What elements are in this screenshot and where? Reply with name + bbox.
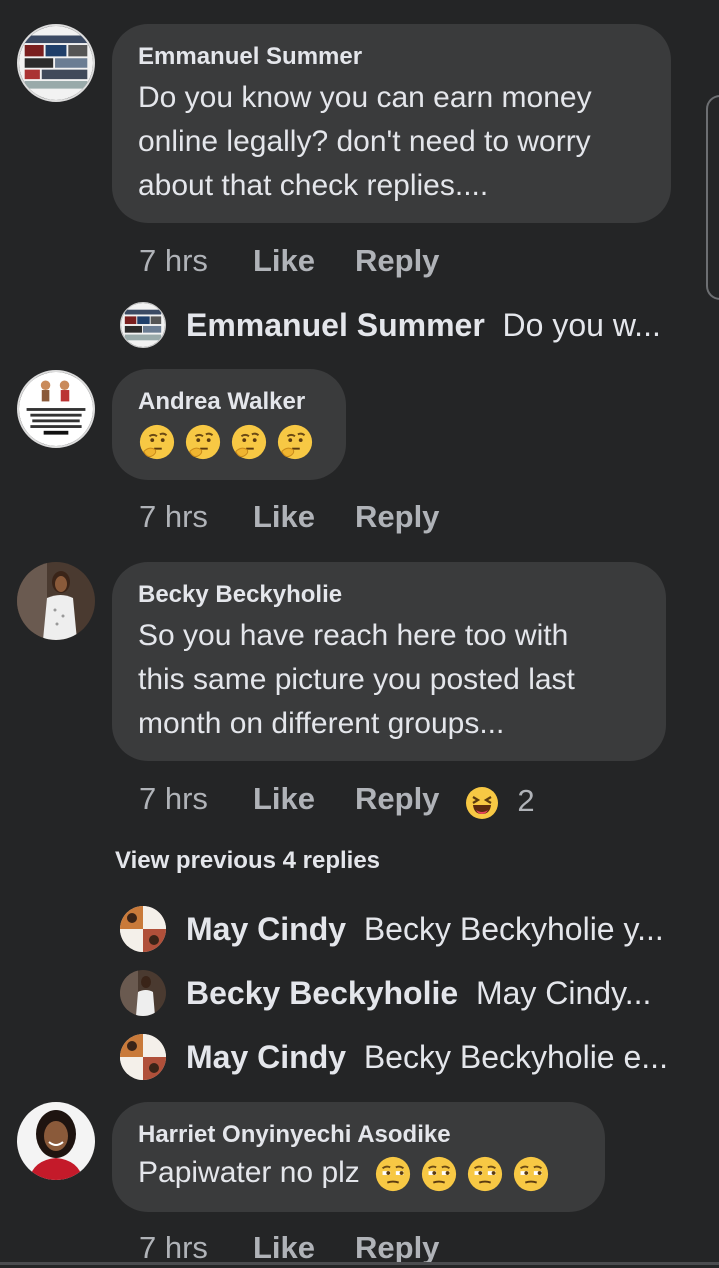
avatar-becky-beckyholie-small <box>120 970 166 1016</box>
comment-text-line: online legally? don't need to worry <box>138 125 591 158</box>
reaction-summary[interactable]: 2 <box>465 781 535 821</box>
reply-button[interactable]: Reply <box>355 241 439 281</box>
avatar-may-cindy <box>120 906 166 952</box>
comment-text-line: month on different groups... <box>138 707 505 740</box>
reply-button[interactable]: Reply <box>355 779 439 819</box>
comment-text-line: about that check replies.... <box>138 169 489 202</box>
comment-timestamp[interactable]: 7 hrs <box>139 779 253 819</box>
avatar-may-cindy <box>120 1034 166 1080</box>
comment-text-line: Papiwater no plz <box>138 1152 579 1194</box>
avatar-becky-beckyholie[interactable] <box>17 562 95 640</box>
comment-author[interactable]: Harriet Onyinyechi Asodike <box>138 1120 579 1150</box>
unamused-face-icon <box>422 1156 457 1192</box>
thinking-face-icon <box>139 424 175 460</box>
comment-bubble: Harriet Onyinyechi Asodike Papiwater no … <box>112 1102 605 1212</box>
thinking-face-icon <box>277 424 313 460</box>
comment-timestamp[interactable]: 7 hrs <box>139 241 253 281</box>
comment-text-line: this same picture you posted last <box>138 663 575 696</box>
haha-reaction-icon <box>466 786 499 819</box>
avatar-image <box>19 26 93 100</box>
thinking-face-icon <box>231 424 267 460</box>
comment-author[interactable]: Emmanuel Summer <box>138 42 645 72</box>
reply-text: Becky Beckyholie y... <box>363 911 664 947</box>
avatar-emmanuel-summer[interactable] <box>17 24 95 102</box>
comment-actions: 7 hrs Like Reply 2 <box>139 779 535 819</box>
avatar-image <box>19 372 93 446</box>
unamused-face-icon <box>514 1156 549 1192</box>
reply-author[interactable]: Becky Beckyholie <box>186 975 458 1011</box>
reply-text: Becky Beckyholie e... <box>363 1039 668 1075</box>
reply-text: Do you w... <box>502 307 661 343</box>
comment-emojis <box>138 421 320 461</box>
comment-bubble: Emmanuel Summer Do you know you can earn… <box>112 24 671 223</box>
comment-actions: 7 hrs Like Reply <box>139 241 439 281</box>
unamused-face-icon <box>468 1156 503 1192</box>
like-button[interactable]: Like <box>253 497 355 537</box>
comment-text-line: Do you know you can earn money <box>138 81 592 114</box>
reply-author[interactable]: May Cindy <box>186 911 346 947</box>
avatar-andrea-walker[interactable] <box>17 370 95 448</box>
side-panel-handle[interactable] <box>706 95 719 300</box>
avatar-harriet-asodike[interactable] <box>17 1102 95 1180</box>
reply-author[interactable]: Emmanuel Summer Do you w... <box>186 300 661 350</box>
reaction-count: 2 <box>517 782 535 818</box>
like-button[interactable]: Like <box>253 779 355 819</box>
comment-bubble: Andrea Walker <box>112 369 346 480</box>
unamused-face-icon <box>376 1156 411 1192</box>
comment-actions: 7 hrs Like Reply <box>139 497 439 537</box>
reply-author[interactable]: May Cindy <box>186 1039 346 1075</box>
comment-text-line: So you have reach here too with <box>138 619 569 652</box>
view-previous-replies-link[interactable]: View previous 4 replies <box>115 846 380 876</box>
comment-author[interactable]: Andrea Walker <box>138 387 320 417</box>
comment-author[interactable]: Becky Beckyholie <box>138 580 640 610</box>
comment-timestamp[interactable]: 7 hrs <box>139 497 253 537</box>
reply-button[interactable]: Reply <box>355 497 439 537</box>
like-button[interactable]: Like <box>253 241 355 281</box>
avatar-image <box>17 562 95 640</box>
avatar-image <box>17 1102 95 1180</box>
thinking-face-icon <box>185 424 221 460</box>
comment-bubble: Becky Beckyholie So you have reach here … <box>112 562 666 761</box>
reply-text: May Cindy... <box>475 975 652 1011</box>
avatar-emmanuel-summer-small <box>120 302 166 348</box>
